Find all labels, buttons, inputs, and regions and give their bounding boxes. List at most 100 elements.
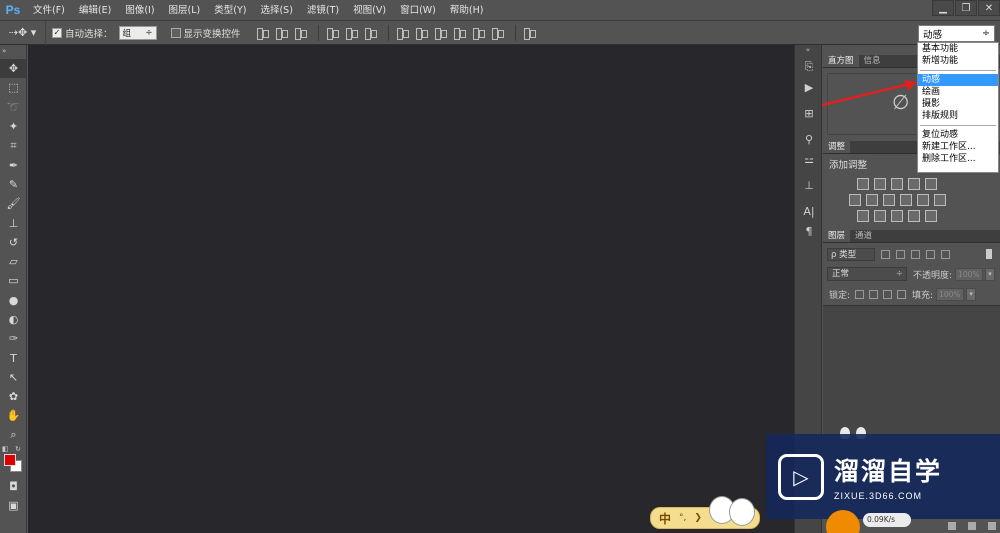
pen-tool-icon[interactable]: ✑ [0, 329, 27, 348]
close-button[interactable]: ✕ [978, 0, 1000, 16]
healing-brush-tool-icon[interactable]: ✎ [0, 175, 27, 194]
align-right-icon[interactable] [293, 26, 307, 40]
magic-wand-tool-icon[interactable]: ✦ [0, 117, 27, 136]
distribute-bottom-icon[interactable] [433, 26, 447, 40]
menu-edit[interactable]: 编辑(E) [72, 0, 118, 21]
workspace-item-essentials[interactable]: 基本功能 [918, 43, 998, 55]
clone-stamp-tool-icon[interactable]: ⊥ [0, 213, 27, 232]
tab-histogram[interactable]: 直方图 [823, 55, 859, 67]
adjustment-filter-icon[interactable] [896, 249, 905, 259]
auto-align-icon[interactable] [522, 26, 536, 40]
invert-icon[interactable] [857, 210, 869, 222]
gradient-tool-icon[interactable]: ▭ [0, 271, 27, 290]
menu-type[interactable]: 类型(Y) [207, 0, 253, 21]
auto-select-checkbox[interactable]: ✓ [52, 27, 62, 38]
align-vcenter-icon[interactable] [344, 26, 358, 40]
restore-button[interactable]: ❐ [955, 0, 977, 16]
brush-presets-icon[interactable]: ⚍ [795, 149, 823, 169]
menu-filter[interactable]: 滤镜(T) [300, 0, 346, 21]
lock-position-icon[interactable] [883, 289, 893, 299]
paragraph-panel-icon[interactable]: ¶ [795, 221, 823, 241]
menu-select[interactable]: 选择(S) [253, 0, 299, 21]
tab-layers[interactable]: 图层 [823, 230, 851, 242]
zoom-tool-icon[interactable]: ⌕ [0, 426, 27, 445]
tool-preset-picker[interactable]: ⇢✥ ▾ [0, 20, 46, 45]
workspace-item-painting[interactable]: 绘画 [918, 86, 998, 98]
menu-file[interactable]: 文件(F) [26, 0, 72, 21]
brush-tool-icon[interactable]: 🖌 [0, 194, 27, 213]
workspace-dropdown[interactable]: 动感 ÷ [918, 25, 995, 42]
auto-select-dropdown[interactable]: 组 ÷ [118, 25, 157, 40]
menu-help[interactable]: 帮助(H) [443, 0, 491, 21]
opacity-input[interactable]: 100% [955, 267, 984, 281]
align-top-icon[interactable] [325, 26, 339, 40]
history-panel-icon[interactable]: ⎘ [795, 57, 823, 77]
exposure-icon[interactable] [908, 178, 920, 190]
lock-pixels-icon[interactable] [869, 289, 879, 299]
trash-icon[interactable] [988, 522, 996, 530]
menu-image[interactable]: 图像(I) [118, 0, 161, 21]
black-white-icon[interactable] [883, 194, 895, 206]
workspace-item-new[interactable]: 新建工作区... [918, 141, 998, 153]
move-tool-icon[interactable]: ✥ [0, 59, 27, 79]
tab-adjustments[interactable]: 调整 [823, 141, 851, 153]
character-panel-icon[interactable]: A| [795, 201, 823, 221]
type-filter-icon[interactable] [911, 249, 920, 259]
net-speed-widget[interactable]: 0.09K/s [826, 510, 916, 533]
ime-more[interactable]: ❯ [694, 513, 702, 523]
ime-toolbar[interactable]: 中 °, ❯ [650, 496, 760, 529]
new-group-icon[interactable] [948, 522, 956, 530]
color-lookup-icon[interactable] [934, 194, 946, 206]
crop-tool-icon[interactable]: ⌗ [0, 136, 27, 155]
align-hcenter-icon[interactable] [274, 26, 288, 40]
color-balance-icon[interactable] [866, 194, 878, 206]
shape-tool-icon[interactable]: ✿ [0, 387, 27, 406]
tab-info[interactable]: 信息 [859, 55, 886, 67]
foreground-color[interactable] [4, 453, 16, 466]
filter-kind-dropdown[interactable]: ρ 类型 [827, 247, 875, 261]
brightness-icon[interactable] [857, 178, 869, 190]
history-brush-tool-icon[interactable]: ↺ [0, 233, 27, 252]
quick-mask-icon[interactable]: ◘ [0, 477, 27, 496]
eyedropper-tool-icon[interactable]: ✒ [0, 155, 27, 174]
default-colors-icon[interactable]: ◧ [2, 445, 9, 453]
actions-panel-icon[interactable]: ▶ [795, 77, 823, 97]
gradient-map-icon[interactable] [908, 210, 920, 222]
screen-mode-icon[interactable]: ▣ [0, 496, 27, 515]
workspace-item-reset[interactable]: 复位动感 [918, 129, 998, 141]
filter-toggle[interactable] [986, 249, 992, 259]
minimize-button[interactable]: ▁ [932, 0, 954, 16]
shape-filter-icon[interactable] [926, 249, 935, 259]
fill-input[interactable]: 100% [936, 287, 965, 301]
blend-mode-dropdown[interactable]: 正常 [827, 267, 907, 281]
menu-window[interactable]: 窗口(W) [393, 0, 443, 21]
distribute-right-icon[interactable] [490, 26, 504, 40]
workspace-item-typography[interactable]: 排版规则 [918, 110, 998, 122]
distribute-vcenter-icon[interactable] [414, 26, 428, 40]
eraser-tool-icon[interactable]: ▱ [0, 252, 27, 271]
workspace-item-delete[interactable]: 删除工作区... [918, 153, 998, 165]
timeline-panel-icon[interactable]: ⊞ [795, 103, 823, 123]
hand-tool-icon[interactable]: ✋ [0, 406, 27, 425]
lock-all-icon[interactable] [897, 289, 907, 299]
photo-filter-icon[interactable] [900, 194, 912, 206]
threshold-icon[interactable] [891, 210, 903, 222]
selective-color-icon[interactable] [925, 210, 937, 222]
distribute-top-icon[interactable] [395, 26, 409, 40]
pixel-filter-icon[interactable] [881, 249, 890, 259]
show-transform-checkbox[interactable] [170, 27, 181, 38]
collapse-icon[interactable]: » [0, 45, 26, 59]
new-layer-icon[interactable] [968, 522, 976, 530]
lasso-tool-icon[interactable]: ➰ [0, 98, 27, 117]
lock-transparent-icon[interactable] [855, 289, 865, 299]
collapse-icon[interactable]: « [795, 45, 821, 57]
distribute-hcenter-icon[interactable] [471, 26, 485, 40]
menu-view[interactable]: 视图(V) [346, 0, 393, 21]
chevron-down-icon[interactable]: ▾ [985, 267, 996, 281]
path-selection-tool-icon[interactable]: ↖ [0, 368, 27, 387]
hue-saturation-icon[interactable] [849, 194, 861, 206]
brush-panel-icon[interactable]: ⚲ [795, 129, 823, 149]
dodge-tool-icon[interactable]: ◐ [0, 310, 27, 329]
vibrance-icon[interactable] [925, 178, 937, 190]
workspace-item-motion[interactable]: 动感 [918, 74, 998, 86]
